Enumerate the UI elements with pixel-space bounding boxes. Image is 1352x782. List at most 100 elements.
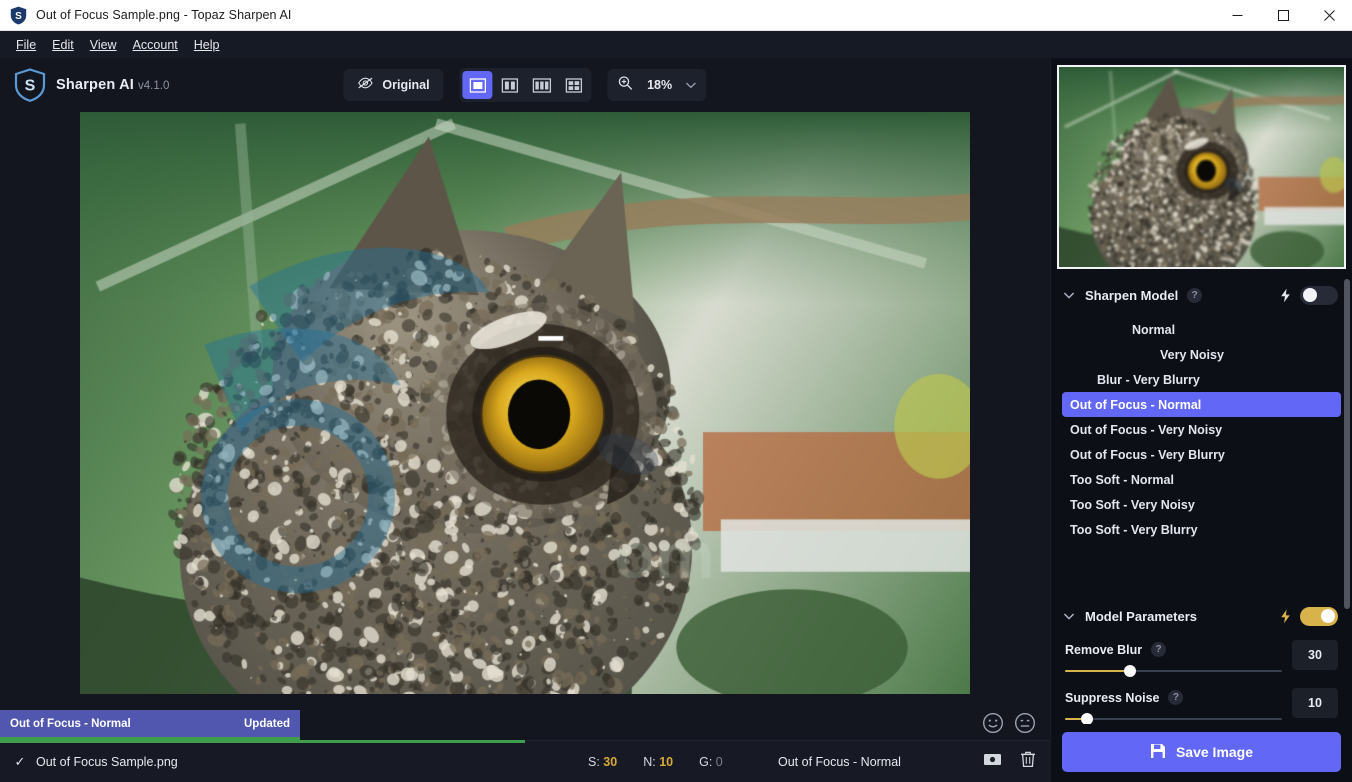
panel-scrollbar[interactable] xyxy=(1344,279,1350,609)
chevron-down-icon[interactable] xyxy=(1061,287,1077,303)
model-item-out-of-focus-very-blurry[interactable]: Out of Focus - Very Blurry xyxy=(1062,442,1341,467)
view-mode-quad[interactable] xyxy=(559,71,589,99)
question-mark-icon[interactable]: ? xyxy=(1151,642,1166,657)
magnifier-plus-icon[interactable] xyxy=(618,75,634,96)
param-remove-blur-main: Remove Blur ? xyxy=(1065,640,1282,678)
panel-scroll-area[interactable]: Sharpen Model ? Normal Very Noisy Blur -… xyxy=(1051,269,1352,724)
sharpen-model-auto-toggle[interactable] xyxy=(1300,286,1338,305)
sharpen-model-title: Sharpen Model xyxy=(1085,288,1178,303)
menu-help-label: Help xyxy=(194,38,220,52)
chevron-down-icon[interactable] xyxy=(1061,608,1077,624)
smiley-neutral-icon[interactable] xyxy=(1014,712,1036,734)
minimize-button[interactable] xyxy=(1214,0,1260,31)
sharpen-model-list: Normal Very Noisy Blur - Very Blurry Out… xyxy=(1051,313,1352,542)
close-button[interactable] xyxy=(1306,0,1352,31)
status-filename: Out of Focus Sample.png xyxy=(36,755,178,769)
param-suppress-noise-slider[interactable] xyxy=(1065,712,1282,724)
image-canvas-area[interactable]: Out of Focus - Normal Updated xyxy=(0,112,1050,740)
model-item-out-of-focus-normal[interactable]: Out of Focus - Normal xyxy=(1062,392,1341,417)
model-item-label: Too Soft - Very Blurry xyxy=(1070,523,1198,537)
save-image-button[interactable]: Save Image xyxy=(1062,732,1341,772)
toggle-knob xyxy=(1303,288,1317,302)
view-mode-three-pane[interactable] xyxy=(527,71,557,99)
view-mode-single[interactable] xyxy=(463,71,493,99)
app-window: S Out of Focus Sample.png - Topaz Sharpe… xyxy=(0,0,1352,782)
app-toolbar: S Sharpen AI v4.1.0 Original 18% xyxy=(0,58,1050,112)
metric-noise: N: 10 xyxy=(643,755,673,769)
model-item-label: Too Soft - Very Noisy xyxy=(1070,498,1195,512)
smiley-happy-icon[interactable] xyxy=(982,712,1004,734)
model-item-label: Out of Focus - Normal xyxy=(1070,398,1201,412)
menu-view-label: View xyxy=(90,38,117,52)
model-item-blur-normal[interactable]: Normal xyxy=(1062,317,1341,342)
feedback-icons xyxy=(982,712,1036,734)
model-item-label: Very Noisy xyxy=(1160,348,1224,362)
model-parameters-controls xyxy=(1279,607,1338,626)
original-toggle-button[interactable]: Original xyxy=(343,69,443,101)
param-suppress-noise-labels: Suppress Noise ? xyxy=(1065,688,1282,707)
trash-icon[interactable] xyxy=(1020,750,1036,773)
param-suppress-noise-value[interactable]: 10 xyxy=(1292,688,1338,718)
model-item-too-soft-normal[interactable]: Too Soft - Normal xyxy=(1062,467,1341,492)
param-remove-blur-value[interactable]: 30 xyxy=(1292,640,1338,670)
menu-account[interactable]: Account xyxy=(125,35,186,55)
save-image-label: Save Image xyxy=(1176,744,1253,760)
topaz-shield-icon: S xyxy=(14,68,46,102)
main-area: S Sharpen AI v4.1.0 Original 18% Out of … xyxy=(0,58,1050,782)
status-actions xyxy=(983,750,1036,773)
owl-preview-thumbnail[interactable] xyxy=(1059,67,1344,267)
metric-grain-value: 0 xyxy=(716,755,723,769)
maximize-button[interactable] xyxy=(1260,0,1306,31)
model-parameters-header[interactable]: Model Parameters xyxy=(1051,598,1352,634)
param-remove-blur: Remove Blur ? 30 xyxy=(1062,634,1341,682)
zoom-value: 18% xyxy=(645,78,675,92)
menu-help[interactable]: Help xyxy=(186,35,228,55)
zoom-control[interactable]: 18% xyxy=(608,69,707,101)
brand: S Sharpen AI v4.1.0 xyxy=(14,68,169,102)
progress-bar xyxy=(0,740,525,743)
preview-thumbnail[interactable] xyxy=(1057,65,1346,269)
model-parameters-auto-toggle[interactable] xyxy=(1300,607,1338,626)
status-metrics: S: 30 N: 10 G: 0 xyxy=(588,755,723,769)
brand-version: v4.1.0 xyxy=(138,80,169,92)
menu-view[interactable]: View xyxy=(82,35,125,55)
question-mark-icon[interactable]: ? xyxy=(1168,690,1183,705)
svg-text:S: S xyxy=(25,78,36,95)
metric-noise-key: N: xyxy=(643,755,656,769)
lightning-bolt-icon xyxy=(1279,609,1292,624)
slider-thumb[interactable] xyxy=(1124,665,1136,677)
menu-edit[interactable]: Edit xyxy=(44,35,82,55)
model-item-blur-very-blurry[interactable]: Blur - Very Blurry xyxy=(1062,367,1341,392)
floppy-disk-icon xyxy=(1150,743,1166,762)
model-item-too-soft-very-noisy[interactable]: Too Soft - Very Noisy xyxy=(1062,492,1341,517)
metric-sharpen-value: 30 xyxy=(603,755,617,769)
topaz-shield-icon: S xyxy=(10,6,27,25)
parameter-list: Remove Blur ? 30 Suppress Noise ? 10 xyxy=(1051,634,1352,724)
right-panel: Sharpen Model ? Normal Very Noisy Blur -… xyxy=(1050,58,1352,782)
chevron-down-icon[interactable] xyxy=(686,76,697,94)
model-item-out-of-focus-very-noisy[interactable]: Out of Focus - Very Noisy xyxy=(1062,417,1341,442)
toolbar-center-group: Original 18% xyxy=(343,68,706,102)
param-remove-blur-slider[interactable] xyxy=(1065,664,1282,678)
param-remove-blur-label: Remove Blur xyxy=(1065,643,1142,657)
image-compare-icon[interactable] xyxy=(983,751,1002,772)
sharpen-model-header[interactable]: Sharpen Model ? xyxy=(1051,277,1352,313)
brand-title: Sharpen AI v4.1.0 xyxy=(56,76,169,94)
question-mark-icon[interactable]: ? xyxy=(1187,288,1202,303)
slider-thumb[interactable] xyxy=(1081,713,1093,724)
menu-file[interactable]: File xyxy=(8,35,44,55)
main-image-viewport[interactable] xyxy=(80,112,970,694)
toggle-knob xyxy=(1321,609,1335,623)
param-suppress-noise: Suppress Noise ? 10 xyxy=(1062,682,1341,724)
model-item-too-soft-very-blurry[interactable]: Too Soft - Very Blurry xyxy=(1062,517,1341,542)
status-model-name: Out of Focus - Normal xyxy=(778,755,901,769)
param-suppress-noise-main: Suppress Noise ? xyxy=(1065,688,1282,724)
brand-name: Sharpen AI xyxy=(56,77,134,93)
model-item-label: Out of Focus - Very Blurry xyxy=(1070,448,1225,462)
main-image[interactable] xyxy=(80,112,970,694)
model-item-blur-very-noisy[interactable]: Very Noisy xyxy=(1062,342,1341,367)
model-item-label: Blur - Very Blurry xyxy=(1097,373,1200,387)
toast-model-name: Out of Focus - Normal xyxy=(10,718,131,730)
check-icon: ✓ xyxy=(12,754,28,770)
view-mode-split[interactable] xyxy=(495,71,525,99)
